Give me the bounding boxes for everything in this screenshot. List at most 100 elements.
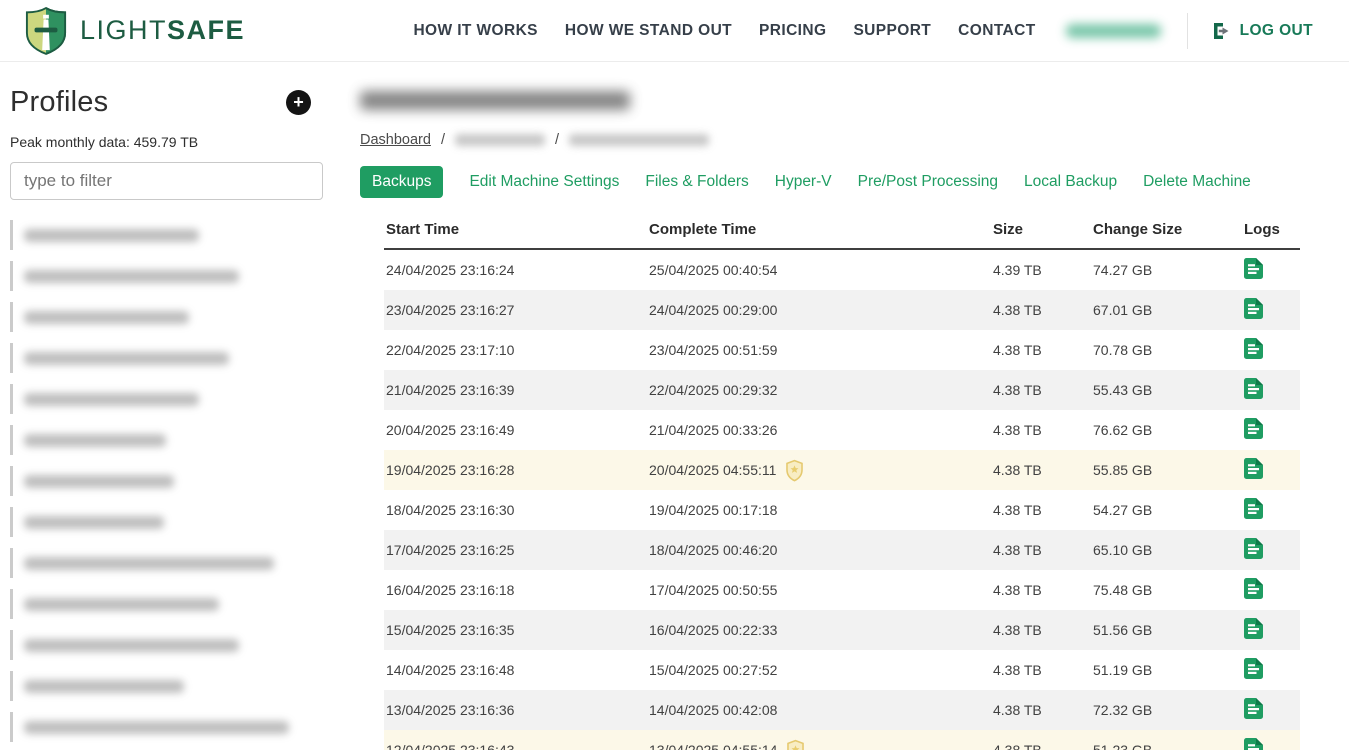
- profile-list-item[interactable]: [10, 343, 323, 373]
- tab-delete-machine[interactable]: Delete Machine: [1143, 166, 1251, 198]
- view-log-icon[interactable]: [1244, 618, 1263, 639]
- nav-link-support[interactable]: SUPPORT: [853, 22, 931, 40]
- change-size-cell: 65.10 GB: [1091, 530, 1242, 570]
- change-size-cell: 76.62 GB: [1091, 410, 1242, 450]
- logs-cell: [1242, 450, 1300, 490]
- backups-table-header: Start Time Complete Time Size Change Siz…: [384, 214, 1300, 249]
- backup-row: 21/04/2025 23:16:39 22/04/2025 00:29:32: [384, 370, 1300, 410]
- tab-local-backup[interactable]: Local Backup: [1024, 166, 1117, 198]
- plus-icon: +: [293, 92, 304, 112]
- logs-cell: [1242, 650, 1300, 690]
- breadcrumb-profile-redacted[interactable]: [455, 134, 545, 146]
- logs-cell: [1242, 290, 1300, 330]
- user-area: LOG OUT: [1066, 13, 1313, 49]
- profile-name-redacted: [24, 721, 289, 734]
- nav-link-how-it-works[interactable]: HOW IT WORKS: [413, 22, 537, 40]
- add-profile-button[interactable]: +: [286, 90, 311, 115]
- logs-cell: [1242, 610, 1300, 650]
- complete-time-text: 24/04/2025 00:29:00: [649, 302, 777, 318]
- logs-cell: [1242, 730, 1300, 750]
- logs-cell: [1242, 330, 1300, 370]
- view-log-icon[interactable]: [1244, 298, 1263, 319]
- backup-row: 15/04/2025 23:16:35 16/04/2025 00:22:33: [384, 610, 1300, 650]
- column-header-change-size: Change Size: [1091, 214, 1242, 249]
- profile-list-item[interactable]: [10, 630, 323, 660]
- view-log-icon[interactable]: [1244, 378, 1263, 399]
- size-cell: 4.38 TB: [991, 530, 1091, 570]
- view-log-icon[interactable]: [1244, 658, 1263, 679]
- logs-cell: [1242, 370, 1300, 410]
- view-log-icon[interactable]: [1244, 418, 1263, 439]
- breadcrumb: Dashboard / /: [360, 132, 1349, 148]
- backup-row: 19/04/2025 23:16:28 20/04/2025 04:55:11: [384, 450, 1300, 490]
- profile-name-redacted: [24, 598, 219, 611]
- breadcrumb-machine-redacted: [569, 134, 709, 146]
- column-header-start-time: Start Time: [384, 214, 647, 249]
- start-time-cell: 18/04/2025 23:16:30: [384, 490, 647, 530]
- tab-backups[interactable]: Backups: [360, 166, 443, 198]
- column-header-size: Size: [991, 214, 1091, 249]
- backup-row: 12/04/2025 23:16:43 13/04/2025 04:55:14: [384, 730, 1300, 750]
- profile-name-redacted: [24, 475, 174, 488]
- view-log-icon[interactable]: [1244, 538, 1263, 559]
- profile-list-item[interactable]: [10, 589, 323, 619]
- nav-link-how-we-stand-out[interactable]: HOW WE STAND OUT: [565, 22, 732, 40]
- start-time-cell: 23/04/2025 23:16:27: [384, 290, 647, 330]
- change-size-cell: 55.43 GB: [1091, 370, 1242, 410]
- view-log-icon[interactable]: [1244, 338, 1263, 359]
- profile-name-redacted: [24, 229, 199, 242]
- backup-row: 23/04/2025 23:16:27 24/04/2025 00:29:00: [384, 290, 1300, 330]
- tab-hyper-v[interactable]: Hyper-V: [775, 166, 832, 198]
- complete-time-text: 14/04/2025 00:42:08: [649, 702, 777, 718]
- breadcrumb-separator: /: [441, 132, 445, 148]
- size-cell: 4.38 TB: [991, 410, 1091, 450]
- change-size-cell: 70.78 GB: [1091, 330, 1242, 370]
- profile-name-redacted: [24, 434, 166, 447]
- profile-list-item[interactable]: [10, 220, 323, 250]
- username-redacted[interactable]: [1066, 24, 1161, 38]
- lighthouse-shield-icon: [25, 7, 67, 55]
- nav-link-contact[interactable]: CONTACT: [958, 22, 1035, 40]
- start-time-cell: 17/04/2025 23:16:25: [384, 530, 647, 570]
- profile-name-redacted: [24, 516, 164, 529]
- view-log-icon[interactable]: [1244, 458, 1263, 479]
- profile-list-item[interactable]: [10, 507, 323, 537]
- view-log-icon[interactable]: [1244, 698, 1263, 719]
- nav-link-pricing[interactable]: PRICING: [759, 22, 826, 40]
- view-log-icon[interactable]: [1244, 738, 1263, 750]
- profile-list-item[interactable]: [10, 302, 323, 332]
- view-log-icon[interactable]: [1244, 498, 1263, 519]
- breadcrumb-dashboard-link[interactable]: Dashboard: [360, 132, 431, 148]
- logout-exit-icon: [1212, 21, 1232, 41]
- brand-logo[interactable]: LIGHTSAFE: [25, 7, 245, 55]
- profile-list-item[interactable]: [10, 671, 323, 701]
- profile-list-item[interactable]: [10, 466, 323, 496]
- profile-list-item[interactable]: [10, 384, 323, 414]
- complete-time-text: 20/04/2025 04:55:11: [649, 462, 776, 478]
- complete-time-cell: 22/04/2025 00:29:32: [647, 370, 991, 410]
- complete-time-cell: 19/04/2025 00:17:18: [647, 490, 991, 530]
- view-log-icon[interactable]: [1244, 578, 1263, 599]
- start-time-cell: 16/04/2025 23:16:18: [384, 570, 647, 610]
- size-cell: 4.38 TB: [991, 690, 1091, 730]
- start-time-cell: 19/04/2025 23:16:28: [384, 450, 647, 490]
- complete-time-text: 23/04/2025 00:51:59: [649, 342, 777, 358]
- profile-list-item[interactable]: [10, 425, 323, 455]
- profile-list-item[interactable]: [10, 261, 323, 291]
- view-log-icon[interactable]: [1244, 258, 1263, 279]
- change-size-cell: 54.27 GB: [1091, 490, 1242, 530]
- tab-files-folders[interactable]: Files & Folders: [645, 166, 748, 198]
- profile-list-item[interactable]: [10, 712, 323, 742]
- profile-list-item[interactable]: [10, 548, 323, 578]
- header-divider: [1187, 13, 1188, 49]
- complete-time-text: 25/04/2025 00:40:54: [649, 262, 777, 278]
- profile-filter-input[interactable]: [10, 162, 323, 200]
- size-cell: 4.38 TB: [991, 570, 1091, 610]
- change-size-cell: 51.56 GB: [1091, 610, 1242, 650]
- logout-link[interactable]: LOG OUT: [1212, 21, 1313, 41]
- breadcrumb-separator: /: [555, 132, 559, 148]
- tab-pre-post-processing[interactable]: Pre/Post Processing: [858, 166, 998, 198]
- complete-time-text: 13/04/2025 04:55:14: [649, 742, 777, 750]
- sidebar-title: Profiles: [10, 86, 108, 119]
- tab-edit-machine-settings[interactable]: Edit Machine Settings: [469, 166, 619, 198]
